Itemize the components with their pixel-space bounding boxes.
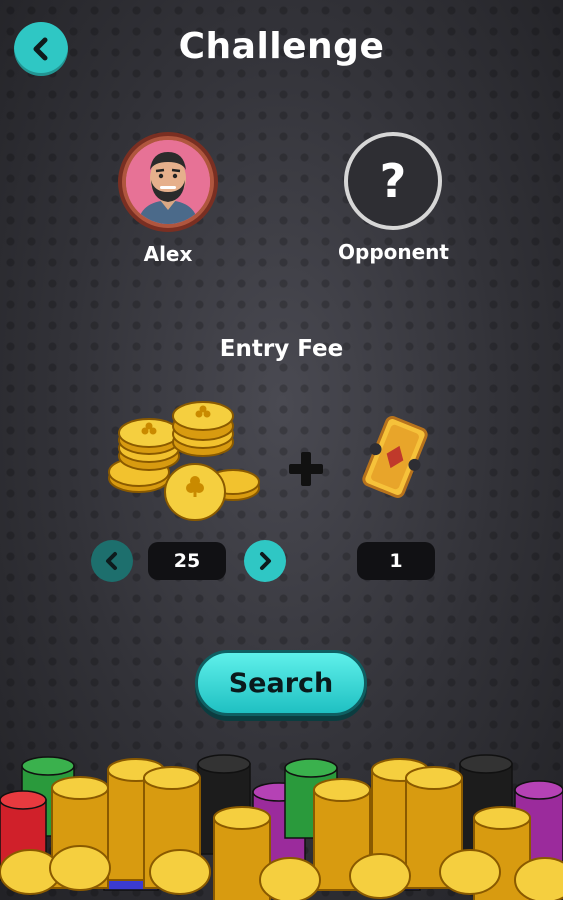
increase-fee-button[interactable] xyxy=(244,540,286,582)
avatar xyxy=(118,132,218,232)
chevron-right-icon xyxy=(260,552,271,570)
ticket-count-value: 1 xyxy=(357,542,435,580)
player-name: Alex xyxy=(143,242,193,266)
decrease-fee-button[interactable] xyxy=(91,540,133,582)
page-title: Challenge xyxy=(178,26,385,67)
opponent-placeholder-avatar: ? xyxy=(344,132,442,230)
player-card-opponent: ? Opponent xyxy=(338,132,449,264)
plus-icon xyxy=(289,452,323,486)
man-avatar-icon xyxy=(126,140,210,224)
chevron-left-icon xyxy=(106,552,117,570)
entry-fee-value: 25 xyxy=(148,542,226,580)
chips-and-coins-decoration xyxy=(0,754,563,900)
entry-fee-title: Entry Fee xyxy=(219,336,344,362)
ticket-icon xyxy=(362,416,428,498)
coin-pile-icon xyxy=(108,401,260,521)
search-button[interactable]: Search xyxy=(195,650,367,716)
player-card-me: Alex xyxy=(113,132,223,266)
opponent-name: Opponent xyxy=(338,240,449,264)
